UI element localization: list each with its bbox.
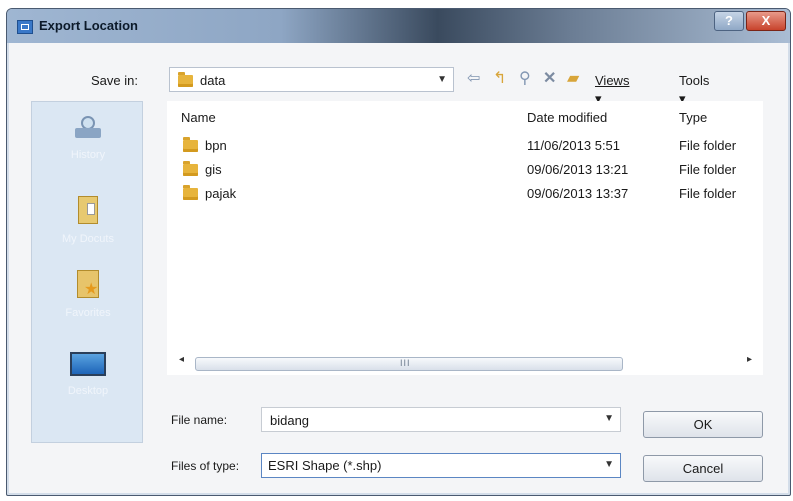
- place-favorites[interactable]: Favorites: [32, 270, 144, 319]
- title-bar[interactable]: Export Location ? X: [7, 9, 790, 43]
- save-in-value: data: [200, 73, 226, 88]
- folder-icon: [178, 72, 193, 87]
- file-name-field[interactable]: ▼: [261, 407, 621, 432]
- file-type-dropdown[interactable]: ESRI Shape (*.shp) ▼: [261, 453, 621, 478]
- place-label: My Docu­ts: [62, 233, 114, 245]
- file-name-label: File name:: [171, 413, 228, 427]
- folder-icon: [183, 137, 198, 152]
- places-bar: History My Docu­ts Favorites Desktop: [31, 101, 143, 443]
- place-my-documents[interactable]: My Docu­ts: [32, 196, 144, 245]
- chevron-down-icon[interactable]: ▼: [437, 74, 447, 85]
- item-date: 09/06/2013 13:21: [527, 162, 629, 177]
- item-date: 09/06/2013 13:37: [527, 186, 629, 201]
- scroll-grip: III: [400, 358, 411, 368]
- ok-button[interactable]: OK: [643, 411, 763, 438]
- save-in-dropdown[interactable]: data ▼: [169, 67, 454, 92]
- scroll-thumb[interactable]: III: [195, 357, 623, 371]
- folder-icon: [183, 161, 198, 176]
- item-name: gis: [205, 162, 222, 177]
- list-item[interactable]: gis 09/06/2013 13:21 File folder: [167, 159, 763, 181]
- history-icon: [75, 116, 101, 140]
- chevron-down-icon[interactable]: ▼: [604, 413, 614, 424]
- item-date: 11/06/2013 5:51: [527, 138, 621, 153]
- item-type: File folder: [679, 162, 737, 177]
- folder-icon: [183, 185, 198, 200]
- column-header-date[interactable]: Date modified: [527, 110, 607, 125]
- file-list[interactable]: Name Date modified Type bpn 11/06/2013 5…: [167, 101, 763, 359]
- tools-label: Tools: [679, 73, 710, 88]
- dialog-body: Save in: data ▼ ⇦ ↰ ⚲ ✕ ▰ Views ▾ Tools …: [9, 43, 788, 493]
- delete-icon[interactable]: ✕: [543, 70, 556, 88]
- back-arrow-icon[interactable]: ⇦: [467, 70, 480, 88]
- save-in-label: Save in:: [91, 73, 138, 88]
- place-label: Desktop: [67, 385, 109, 397]
- place-desktop[interactable]: Desktop: [32, 352, 144, 397]
- close-button[interactable]: X: [746, 11, 786, 31]
- place-label: History: [70, 149, 106, 161]
- column-header-name[interactable]: Name: [181, 110, 216, 125]
- favorites-icon: [77, 270, 99, 299]
- item-name: pajak: [205, 186, 237, 201]
- export-location-dialog: Export Location ? X Save in: data ▼ ⇦ ↰ …: [6, 8, 791, 496]
- item-name: bpn: [205, 138, 227, 153]
- file-type-label: Files of type:: [171, 459, 240, 473]
- file-name-input[interactable]: [268, 412, 592, 429]
- place-history[interactable]: History: [32, 116, 144, 161]
- chevron-down-icon[interactable]: ▼: [604, 459, 614, 470]
- place-label: Favorites: [65, 307, 111, 319]
- scroll-left-icon[interactable]: ◂: [179, 354, 184, 365]
- item-type: File folder: [679, 186, 737, 201]
- up-folder-icon[interactable]: ↰: [493, 70, 506, 88]
- desktop-icon: [70, 352, 106, 376]
- search-web-icon[interactable]: ⚲: [519, 70, 531, 88]
- column-header-type[interactable]: Type: [679, 110, 707, 125]
- list-item[interactable]: bpn 11/06/2013 5:51 File folder: [167, 135, 763, 157]
- file-type-value: ESRI Shape (*.shp): [268, 458, 382, 473]
- dialog-title: Export Location: [39, 18, 138, 33]
- scroll-right-icon[interactable]: ▸: [747, 354, 752, 365]
- help-button[interactable]: ?: [714, 11, 744, 31]
- item-type: File folder: [679, 138, 737, 153]
- cancel-button[interactable]: Cancel: [643, 455, 763, 482]
- horizontal-scrollbar[interactable]: ◂ III ▸: [167, 353, 763, 375]
- list-item[interactable]: pajak 09/06/2013 13:37 File folder: [167, 183, 763, 205]
- views-label: Views: [595, 73, 630, 88]
- documents-icon: [78, 196, 98, 224]
- new-folder-icon[interactable]: ▰: [567, 70, 579, 88]
- app-icon: [17, 20, 33, 34]
